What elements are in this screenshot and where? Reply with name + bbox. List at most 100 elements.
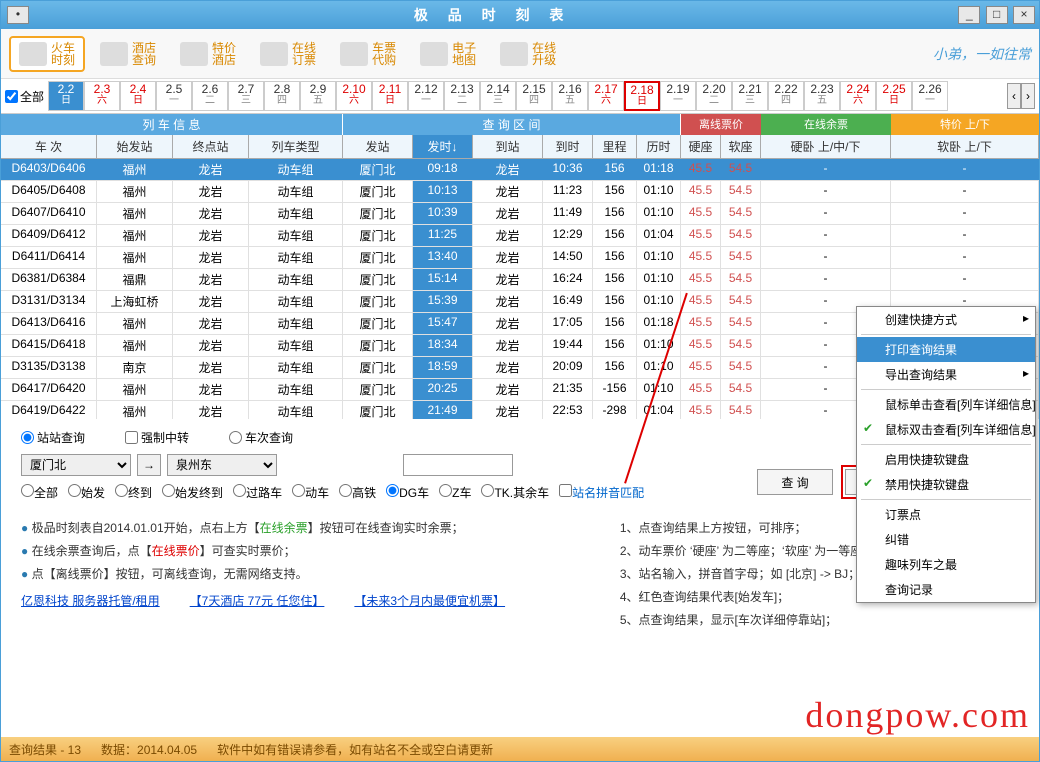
toolbar-btn-0[interactable]: 火车时刻	[9, 36, 85, 72]
status-bar: 查询结果 - 13 数据：2014.04.05 软件中如有错误请参看，如有站名不…	[1, 737, 1039, 761]
mode-transfer-checkbox[interactable]: 强制中转	[125, 429, 189, 446]
col-depart-station[interactable]: 发站	[343, 135, 413, 158]
filter-gt[interactable]: 高铁	[339, 484, 376, 501]
col-arrive-time[interactable]: 到时	[543, 135, 593, 158]
col-price1[interactable]: 硬座	[681, 135, 721, 158]
date-cell[interactable]: 2.3六	[84, 81, 120, 111]
toolbar-icon	[19, 42, 47, 66]
menu-disable-softkbd[interactable]: ✔禁用快捷软键盘	[857, 472, 1035, 497]
train-number-input[interactable]	[403, 454, 513, 476]
date-cell[interactable]: 2.4日	[120, 81, 156, 111]
pinyin-match-checkbox[interactable]: 站名拼音匹配	[559, 484, 644, 501]
filter-glc[interactable]: 过路车	[233, 484, 282, 501]
date-cell[interactable]: 2.12一	[408, 81, 444, 111]
toolbar-btn-1[interactable]: 酒店查询	[91, 36, 165, 72]
col-seat1[interactable]: 硬卧 上/中/下	[761, 135, 891, 158]
filter-zd[interactable]: 终到	[115, 484, 152, 501]
toolbar-btn-5[interactable]: 电子地图	[411, 36, 485, 72]
date-cell[interactable]: 2.11日	[372, 81, 408, 111]
date-cell[interactable]: 2.14三	[480, 81, 516, 111]
col-distance[interactable]: 里程	[593, 135, 637, 158]
link-hosting[interactable]: 亿恩科技 服务器托管/租用	[21, 592, 160, 609]
minimize-button[interactable]: _	[958, 6, 980, 24]
toolbar-btn-2[interactable]: 特价酒店	[171, 36, 245, 72]
toolbar-icon	[260, 42, 288, 66]
toolbar-btn-6[interactable]: 在线升级	[491, 36, 565, 72]
table-row[interactable]: D6409/D6412福州龙岩动车组厦门北11:25龙岩12:2915601:0…	[1, 225, 1039, 247]
menu-print-results[interactable]: 打印查询结果	[857, 337, 1035, 362]
col-type[interactable]: 列车类型	[249, 135, 343, 158]
date-cell[interactable]: 2.20二	[696, 81, 732, 111]
menu-single-click-detail[interactable]: 鼠标单击查看[列车详细信息]	[857, 392, 1035, 417]
date-cell[interactable]: 2.15四	[516, 81, 552, 111]
swap-stations-button[interactable]: →	[137, 454, 161, 476]
col-duration[interactable]: 历时	[637, 135, 681, 158]
filter-sfzd[interactable]: 始发终到	[162, 484, 223, 501]
date-cell[interactable]: 2.16五	[552, 81, 588, 111]
col-seat2[interactable]: 软卧 上/下	[891, 135, 1039, 158]
filter-sf[interactable]: 始发	[68, 484, 105, 501]
col-price2[interactable]: 软座	[721, 135, 761, 158]
menu-double-click-detail[interactable]: ✔鼠标双击查看[列车详细信息]	[857, 417, 1035, 442]
col-end[interactable]: 终点站	[173, 135, 249, 158]
menu-fun-records[interactable]: 趣味列车之最	[857, 552, 1035, 577]
menu-create-shortcut[interactable]: 创建快捷方式▸	[857, 307, 1035, 332]
mode-station-radio[interactable]: 站站查询	[21, 429, 85, 446]
table-row[interactable]: D6411/D6414福州龙岩动车组厦门北13:40龙岩14:5015601:1…	[1, 247, 1039, 269]
date-cell[interactable]: 2.2日	[48, 81, 84, 111]
filter-dgc[interactable]: DG车	[386, 484, 429, 501]
date-prev-button[interactable]: ‹	[1007, 83, 1021, 109]
toolbar-icon	[340, 42, 368, 66]
toolbar-btn-3[interactable]: 在线订票	[251, 36, 325, 72]
date-cell[interactable]: 2.25日	[876, 81, 912, 111]
date-cell[interactable]: 2.5一	[156, 81, 192, 111]
date-cell[interactable]: 2.22四	[768, 81, 804, 111]
table-row[interactable]: D6407/D6410福州龙岩动车组厦门北10:39龙岩11:4915601:1…	[1, 203, 1039, 225]
toolbar-btn-4[interactable]: 车票代购	[331, 36, 405, 72]
maximize-button[interactable]: □	[986, 6, 1008, 24]
mode-train-radio[interactable]: 车次查询	[229, 429, 293, 446]
to-station-select[interactable]: 泉州东	[167, 454, 277, 476]
window-title: 极 品 时 刻 表	[29, 5, 956, 25]
col-train[interactable]: 车 次	[1, 135, 97, 158]
filter-zc[interactable]: Z车	[439, 484, 471, 501]
date-cell[interactable]: 2.23五	[804, 81, 840, 111]
date-cell[interactable]: 2.26一	[912, 81, 948, 111]
table-row[interactable]: D6381/D6384福鼎龙岩动车组厦门北15:14龙岩16:2415601:1…	[1, 269, 1039, 291]
date-cell[interactable]: 2.10六	[336, 81, 372, 111]
close-button[interactable]: ×	[1013, 6, 1035, 24]
menu-correction[interactable]: 纠错	[857, 527, 1035, 552]
date-cell[interactable]: 2.9五	[300, 81, 336, 111]
date-cell[interactable]: 2.6二	[192, 81, 228, 111]
filter-all[interactable]: 全部	[21, 484, 58, 501]
table-row[interactable]: D6405/D6408福州龙岩动车组厦门北10:13龙岩11:2315601:1…	[1, 181, 1039, 203]
from-station-select[interactable]: 厦门北	[21, 454, 131, 476]
sys-icon[interactable]: •	[7, 6, 29, 24]
date-next-button[interactable]: ›	[1021, 83, 1035, 109]
menu-ticket-office[interactable]: 订票点	[857, 502, 1035, 527]
date-cell[interactable]: 2.17六	[588, 81, 624, 111]
filter-tkqy[interactable]: TK.其余车	[481, 484, 549, 501]
menu-query-history[interactable]: 查询记录	[857, 577, 1035, 602]
filter-dc[interactable]: 动车	[292, 484, 329, 501]
context-menu[interactable]: 创建快捷方式▸ 打印查询结果 导出查询结果▸ 鼠标单击查看[列车详细信息] ✔鼠…	[856, 306, 1036, 603]
col-arrive-station[interactable]: 到站	[473, 135, 543, 158]
date-cell[interactable]: 2.21三	[732, 81, 768, 111]
date-cell[interactable]: 2.19一	[660, 81, 696, 111]
status-date: 数据：2014.04.05	[101, 741, 197, 758]
col-start[interactable]: 始发站	[97, 135, 173, 158]
link-hotel[interactable]: 【7天酒店 77元 任您住】	[190, 592, 325, 609]
menu-export-results[interactable]: 导出查询结果▸	[857, 362, 1035, 387]
date-cell[interactable]: 2.8四	[264, 81, 300, 111]
link-flight[interactable]: 【未来3个月内最便宜机票】	[354, 592, 505, 609]
col-depart-time[interactable]: 发时↓	[413, 135, 473, 158]
date-cell[interactable]: 2.18日	[624, 81, 660, 111]
query-button[interactable]: 查 询	[757, 469, 833, 495]
date-cell[interactable]: 2.24六	[840, 81, 876, 111]
date-cell[interactable]: 2.13二	[444, 81, 480, 111]
table-row[interactable]: D6403/D6406福州龙岩动车组厦门北09:18龙岩10:3615601:1…	[1, 159, 1039, 181]
menu-enable-softkbd[interactable]: 启用快捷软键盘	[857, 447, 1035, 472]
column-headers[interactable]: 车 次 始发站 终点站 列车类型 发站 发时↓ 到站 到时 里程 历时 硬座 软…	[1, 135, 1039, 159]
date-cell[interactable]: 2.7三	[228, 81, 264, 111]
date-all-checkbox[interactable]: 全部	[5, 88, 44, 105]
